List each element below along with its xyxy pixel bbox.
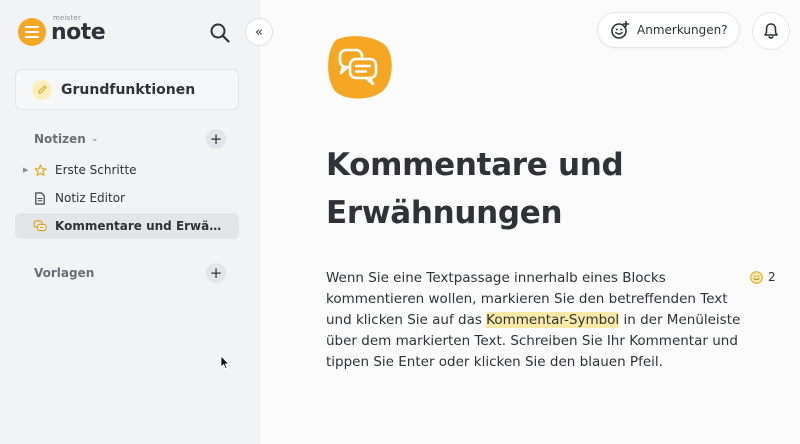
note-title[interactable]: Kommentare und Erwähnungen	[326, 141, 726, 237]
project-title: Grundfunktionen	[61, 81, 196, 98]
chevron-down-icon: ⌄	[90, 134, 99, 144]
sidebar-item-label: Erste Schritte	[55, 163, 137, 177]
search-icon	[210, 23, 230, 43]
search-button[interactable]	[209, 22, 231, 44]
menu-logo-icon	[18, 18, 46, 46]
sidebar: meister note Grundfunktionen Notizen ⌄ +…	[0, 0, 260, 444]
pencil-icon	[32, 79, 52, 100]
expand-caret-icon[interactable]: ▶	[23, 166, 28, 174]
project-card[interactable]: Grundfunktionen	[15, 69, 239, 110]
annotations-button[interactable]: Anmerkungen?	[597, 12, 740, 48]
add-template-button[interactable]: +	[206, 263, 226, 283]
smiley-add-icon	[611, 20, 630, 39]
highlighted-comment-text[interactable]: Kommentar-Symbol	[486, 312, 620, 328]
star-icon	[33, 163, 47, 177]
note-paragraph[interactable]: Wenn Sie eine Textpassage innerhalb eine…	[326, 268, 742, 373]
sidebar-item-label: Kommentare und Erwähnungen	[55, 219, 225, 233]
document-icon	[33, 191, 47, 205]
logo-small-text: meister	[53, 13, 82, 22]
sidebar-item-label: Notiz Editor	[55, 191, 125, 205]
note-title-line-1: Kommentare und	[326, 147, 624, 183]
annotations-label: Anmerkungen?	[637, 23, 728, 37]
comment-count-badge[interactable]: 2	[750, 270, 776, 284]
templates-section-header[interactable]: Vorlagen	[34, 266, 94, 280]
logo-main-text: note	[51, 19, 106, 45]
note-comments-icon	[328, 36, 392, 99]
app-logo[interactable]: meister note	[18, 14, 106, 46]
notes-section-header[interactable]: Notizen ⌄	[34, 132, 98, 146]
collapse-sidebar-button[interactable]: «	[245, 18, 273, 46]
comment-count-value: 2	[768, 270, 776, 284]
sidebar-item-notiz-editor[interactable]: Notiz Editor	[15, 185, 239, 211]
comment-smiley-icon	[750, 270, 763, 284]
mouse-cursor-icon	[220, 355, 230, 370]
notes-section-label: Notizen	[34, 132, 86, 146]
sidebar-item-kommentare[interactable]: Kommentare und Erwähnungen	[15, 213, 239, 239]
add-note-button[interactable]: +	[206, 129, 226, 149]
sidebar-item-erste-schritte[interactable]: ▶ Erste Schritte	[15, 157, 239, 183]
comment-icon	[33, 219, 47, 233]
bell-icon	[764, 23, 778, 39]
templates-section-label: Vorlagen	[34, 266, 95, 280]
note-title-line-2: Erwähnungen	[326, 195, 563, 231]
notifications-button[interactable]	[752, 12, 790, 50]
